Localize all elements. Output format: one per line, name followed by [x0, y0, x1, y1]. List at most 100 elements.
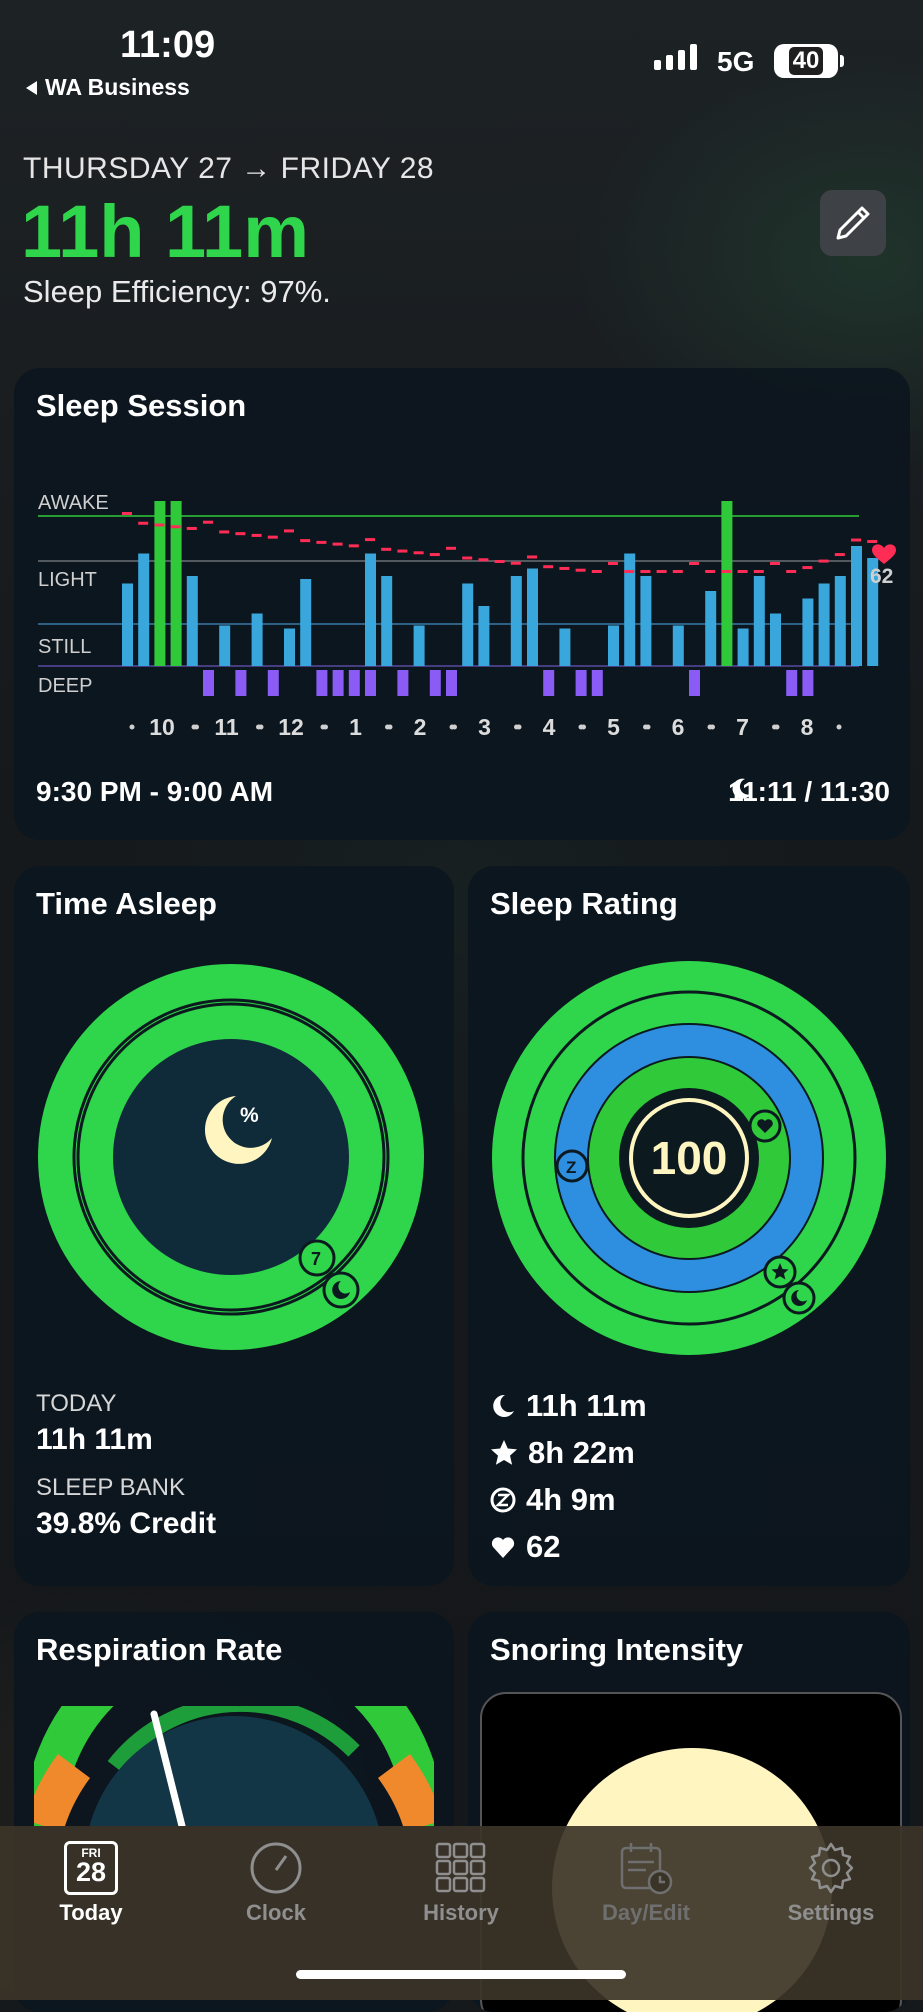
heart-rate-dash [575, 568, 586, 572]
sleep-rating-ring: 100 Z [492, 961, 886, 1355]
tab-history-label: History [423, 1900, 499, 1925]
heart-rate-dash [300, 539, 311, 543]
deep-sleep-bar [802, 670, 814, 696]
activity-bar [559, 628, 571, 666]
deep-sleep-bar [786, 670, 798, 696]
activity-bar [640, 576, 652, 666]
calendar-clock-icon [620, 1843, 673, 1895]
tab-clock[interactable]: Clock [201, 1836, 351, 1926]
time-asleep-card[interactable]: Time Asleep % 7 TODAY 11h 11m SLEEP BANK… [14, 866, 454, 1586]
level-label-light: LIGHT [38, 569, 97, 591]
back-triangle-icon [26, 80, 37, 95]
time-asleep-badge: 7 [311, 1249, 321, 1269]
heart-rate-dash [559, 566, 570, 570]
rating-asleep-value: 11h 11m [526, 1388, 647, 1423]
tick-dot [710, 724, 715, 730]
respiration-rate-title: Respiration Rate [36, 1632, 283, 1667]
rating-stat-hr: 62 [490, 1529, 560, 1565]
heart-icon [491, 1537, 515, 1558]
back-to-app-link[interactable]: WA Business [26, 74, 190, 101]
heart-rate-dash [251, 533, 262, 537]
deep-sleep-bar [203, 670, 214, 696]
moon-icon [732, 778, 752, 799]
snoring-intensity-title: Snoring Intensity [490, 1632, 744, 1667]
heart-rate-dash [640, 570, 651, 573]
signal-bars-icon [654, 44, 697, 70]
deep-sleep-bar [689, 670, 700, 696]
heart-rate-dash [413, 551, 424, 555]
hour-tick-label: 4 [543, 714, 556, 740]
edit-button[interactable] [820, 190, 886, 256]
tab-settings[interactable]: Settings [756, 1836, 906, 1926]
heart-rate-dash [527, 555, 537, 559]
heart-rate-dash [138, 521, 149, 525]
heart-rate-dash [170, 525, 181, 529]
heart-rate-dash [332, 542, 343, 546]
heart-rate-dash [235, 532, 246, 536]
heart-rate-dash [348, 544, 359, 548]
tick-dot [387, 724, 393, 730]
heart-rate-dash [834, 553, 845, 557]
heart-rate-dash [397, 549, 408, 553]
heart-rate-dash [203, 520, 213, 524]
network-type: 5G [717, 46, 755, 77]
heart-rate-dash [608, 562, 618, 565]
tab-day-edit[interactable]: Day/Edit [571, 1836, 721, 1926]
rating-stat-deep: 4h 9m [490, 1482, 616, 1518]
sleep-session-chart: AWAKE LIGHT STILL DEEP 10 11 12 1 2 3 4 5 6 7 8 62 [38, 492, 896, 740]
deep-sleep-bar [429, 670, 441, 696]
tab-history[interactable]: History [386, 1836, 536, 1926]
sleep-session-card[interactable]: Sleep Session AWAKE LIGHT STILL DEEP 10 1… [14, 368, 910, 840]
respiration-gauge [34, 1706, 434, 1826]
battery-level: 40 [788, 47, 824, 75]
today-value: 11h 11m [36, 1423, 153, 1456]
home-indicator[interactable] [296, 1970, 626, 1979]
activity-bar [705, 591, 717, 666]
tab-today-label: Today [59, 1900, 123, 1925]
heart-rate-dash [381, 547, 392, 551]
tick-dot [194, 724, 199, 730]
deep-sleep-bar [591, 670, 603, 696]
sleep-rating-card[interactable]: Sleep Rating 100 Z 11h 11m 8h 22m 4h 9m … [468, 866, 910, 1586]
battery-icon: 40 [774, 44, 844, 78]
hour-tick-label: 1 [349, 714, 362, 740]
hour-tick-label: 11 [214, 714, 239, 740]
z-circle-icon [490, 1487, 516, 1513]
heart-rate-dash [705, 570, 716, 573]
heart-rate-dash [284, 529, 294, 533]
rating-hr-value: 62 [526, 1529, 561, 1564]
heart-rate-dash [867, 540, 878, 543]
heart-rate-dash [591, 570, 602, 573]
activity-bar [365, 553, 376, 666]
heart-rate-dash [494, 560, 505, 563]
rating-quality-value: 8h 22m [528, 1435, 635, 1470]
session-time-range: 9:30 PM - 9:00 AM [36, 776, 274, 807]
grid-history-icon [435, 1842, 486, 1893]
tick-dot [452, 724, 457, 730]
heart-rate-dash [267, 535, 278, 539]
activity-bar [527, 568, 538, 666]
tick-dot [645, 724, 651, 730]
hour-tick-label: 2 [414, 714, 427, 740]
star-icon [491, 1440, 517, 1465]
tab-day-edit-label: Day/Edit [601, 1900, 691, 1925]
heart-rate-dash [770, 562, 780, 565]
tab-today-date: 28 [75, 1857, 107, 1887]
activity-bar [737, 628, 749, 666]
sleep-score: 100 [651, 1132, 728, 1184]
activity-bar [753, 576, 765, 666]
hour-tick-label: 3 [478, 714, 491, 740]
activity-bar [851, 546, 862, 666]
heart-rate-dash [802, 566, 813, 570]
heart-rate-dash [122, 512, 132, 515]
hour-tick-label: 6 [672, 714, 685, 740]
heart-rate-dash [721, 570, 732, 573]
activity-bar [251, 613, 263, 666]
tab-today[interactable]: FRI 28 Today [16, 1836, 166, 1926]
sleep-bank-label: SLEEP BANK [36, 1474, 185, 1501]
heart-rate-dash [656, 570, 667, 573]
deep-sleep-bar [397, 670, 409, 696]
today-label: TODAY [36, 1390, 117, 1417]
hour-tick-label: 12 [278, 714, 304, 740]
rating-deep-value: 4h 9m [526, 1482, 616, 1517]
